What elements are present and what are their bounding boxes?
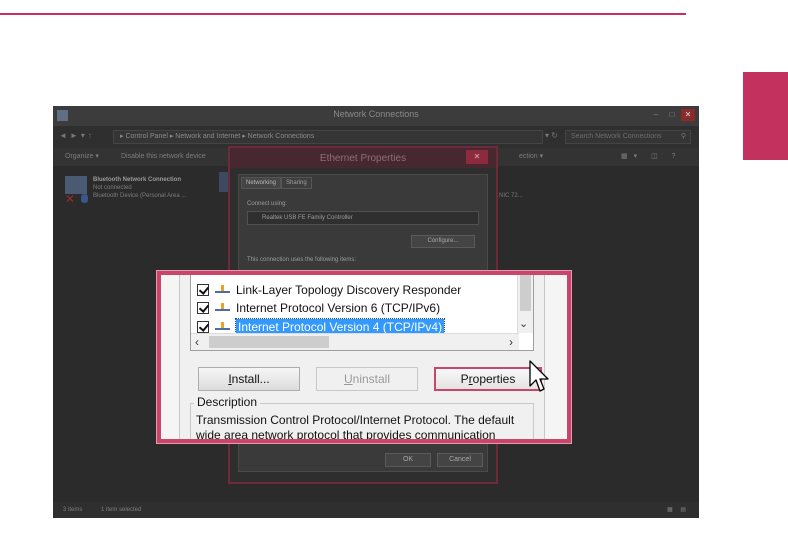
vertical-scrollbar[interactable]: ⌄ — [517, 275, 533, 333]
install-label-post: nstall... — [231, 372, 270, 386]
view-tools-icon[interactable]: ▦▾ ◫ ? — [621, 148, 682, 166]
install-button[interactable]: Install... — [198, 367, 300, 391]
description-line-2: wide area network protocol that provides… — [196, 428, 496, 442]
maximize-icon[interactable]: □ — [665, 109, 679, 121]
top-accent-rule — [0, 13, 686, 15]
ok-button[interactable]: OK — [385, 453, 431, 467]
properties-label-post: operties — [472, 372, 516, 386]
connection-name: Bluetooth Network Connection — [93, 177, 181, 183]
address-bar-row: ◄►▾↑ ▸ Control Panel ▸ Network and Inter… — [53, 126, 699, 148]
search-icon[interactable]: ⚲ — [681, 131, 686, 143]
item-count: 3 items — [63, 507, 83, 513]
cancel-button[interactable]: Cancel — [437, 453, 483, 467]
search-input[interactable]: Search Network Connections ⚲ — [565, 130, 691, 144]
description-line-1: Transmission Control Protocol/Internet P… — [196, 413, 515, 427]
checkbox-check-icon[interactable] — [197, 283, 209, 296]
list-item[interactable]: Internet Protocol Version 6 (TCP/IPv6) — [197, 299, 440, 316]
window-controls: – □ ✕ — [649, 109, 695, 121]
address-bar[interactable]: ▸ Control Panel ▸ Network and Internet ▸… — [113, 130, 543, 144]
vertical-scroll-thumb[interactable] — [520, 275, 531, 311]
view-toggle-icon[interactable]: ▦ ▤ — [667, 502, 689, 518]
mouse-cursor-icon — [529, 360, 549, 392]
chevron-down-icon[interactable]: ⌄ — [519, 317, 528, 330]
properties-label-pre: P — [460, 372, 469, 386]
disconnected-x-icon: ✕ — [65, 192, 76, 206]
connection-device: Bluetooth Device (Personal Area ... — [93, 193, 187, 199]
list-item-label: Link-Layer Topology Discovery Responder — [236, 282, 462, 297]
dialog-close-icon[interactable]: ✕ — [466, 150, 488, 164]
protocol-icon — [215, 303, 230, 312]
selected-count: 1 item selected — [101, 507, 142, 513]
bluetooth-icon — [81, 194, 88, 203]
list-item-label: Internet Protocol Version 6 (TCP/IPv6) — [236, 300, 441, 315]
tab-networking[interactable]: Networking — [241, 177, 282, 189]
nic-fragment: NIC 72... — [499, 193, 523, 199]
search-placeholder: Search Network Connections — [571, 133, 662, 140]
uninstall-label-accel: U — [343, 372, 353, 386]
chevron-right-icon[interactable]: › — [509, 334, 513, 350]
connection-menu-fragment[interactable]: ection ▾ — [519, 148, 543, 166]
components-list: Link-Layer Topology Discovery Responder … — [190, 275, 534, 351]
horizontal-scrollbar[interactable]: ‹ › — [191, 333, 519, 350]
list-item[interactable]: Link-Layer Topology Discovery Responder — [197, 281, 461, 298]
side-chapter-tab — [743, 72, 788, 160]
chevron-left-icon[interactable]: ‹ — [195, 334, 199, 350]
items-label: This connection uses the following items… — [247, 257, 357, 263]
close-icon[interactable]: ✕ — [681, 109, 695, 121]
protocol-icon — [215, 285, 230, 294]
disable-device-button[interactable]: Disable this network device — [121, 148, 206, 166]
callout-panel: Link-Layer Topology Discovery Responder … — [179, 275, 545, 439]
description-label: Description — [194, 395, 261, 409]
connection-status: Not connected — [93, 185, 132, 191]
organize-menu[interactable]: Organize ▾ — [65, 148, 99, 166]
nav-buttons[interactable]: ◄►▾↑ — [59, 131, 95, 140]
checkbox-check-icon[interactable] — [197, 301, 209, 314]
dialog-title: Ethernet Properties — [319, 153, 407, 164]
status-bar: 3 items 1 item selected ▦ ▤ — [53, 502, 699, 518]
protocol-icon — [215, 322, 230, 331]
adapter-field: Realtek USB FE Family Controller — [247, 211, 479, 225]
uninstall-button[interactable]: Uninstall — [316, 367, 418, 391]
uninstall-label-post: ninstall — [352, 372, 391, 386]
checkbox-check-icon[interactable] — [197, 320, 209, 333]
window-title: Network Connections — [333, 109, 419, 119]
horizontal-scroll-thumb[interactable] — [209, 336, 329, 348]
zoom-callout: Link-Layer Topology Discovery Responder … — [157, 271, 571, 443]
configure-button[interactable]: Configure... — [411, 235, 475, 248]
bluetooth-connection-item[interactable]: Bluetooth Network Connection Not connect… — [93, 176, 186, 200]
connect-using-label: Connect using: — [247, 201, 288, 207]
window-titlebar: Network Connections – □ ✕ — [53, 106, 699, 126]
refresh-icon[interactable]: ▾ ↻ — [545, 131, 558, 140]
dialog-tabs: Networking Sharing — [241, 177, 312, 189]
dialog-titlebar: Ethernet Properties ✕ — [230, 148, 496, 168]
tab-sharing[interactable]: Sharing — [281, 177, 312, 189]
minimize-icon[interactable]: – — [649, 109, 663, 121]
description-text: Transmission Control Protocol/Internet P… — [196, 413, 532, 442]
properties-button[interactable]: Properties — [434, 367, 542, 391]
